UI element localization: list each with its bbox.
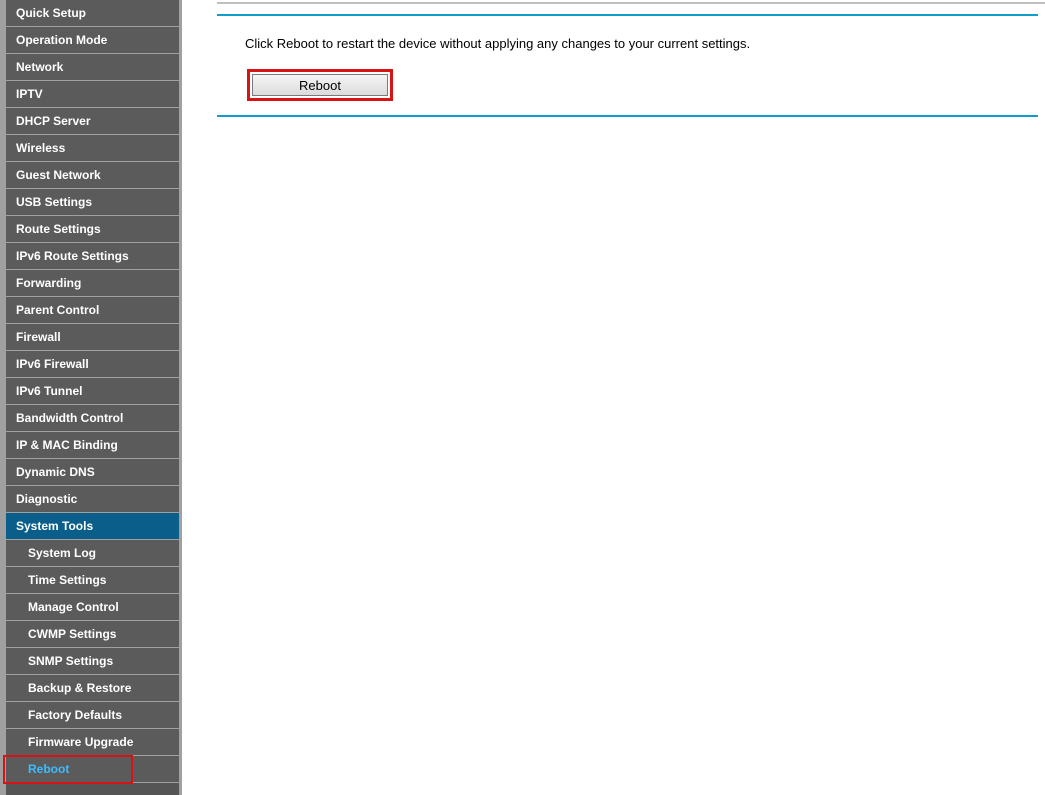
sidebar-subitem-cwmp-settings[interactable]: CWMP Settings	[6, 621, 179, 648]
sidebar-subitem-firmware-upgrade[interactable]: Firmware Upgrade	[6, 729, 179, 756]
sidebar-subitem-reboot[interactable]: Reboot	[6, 756, 179, 783]
sidebar-item-network[interactable]: Network	[6, 54, 179, 81]
sidebar-item-ipv6-route-settings[interactable]: IPv6 Route Settings	[6, 243, 179, 270]
divider-line	[217, 115, 1038, 117]
sidebar-item-wireless[interactable]: Wireless	[6, 135, 179, 162]
sidebar-subitem-factory-defaults[interactable]: Factory Defaults	[6, 702, 179, 729]
sidebar-subitem-time-settings[interactable]: Time Settings	[6, 567, 179, 594]
content-area: Click Reboot to restart the device witho…	[182, 0, 1045, 795]
reboot-button[interactable]: Reboot	[252, 74, 388, 96]
sidebar-item-ipv6-firewall[interactable]: IPv6 Firewall	[6, 351, 179, 378]
sidebar-item-route-settings[interactable]: Route Settings	[6, 216, 179, 243]
sidebar-subitem-manage-control[interactable]: Manage Control	[6, 594, 179, 621]
sidebar-item-guest-network[interactable]: Guest Network	[6, 162, 179, 189]
reboot-highlight-frame: Reboot	[247, 69, 393, 101]
sidebar-item-usb-settings[interactable]: USB Settings	[6, 189, 179, 216]
sidebar-item-ip-mac-binding[interactable]: IP & MAC Binding	[6, 432, 179, 459]
sidebar-item-quick-setup[interactable]: Quick Setup	[6, 0, 179, 27]
instruction-text: Click Reboot to restart the device witho…	[245, 36, 1045, 51]
sidebar-subitem-system-log[interactable]: System Log	[6, 540, 179, 567]
sidebar: Quick Setup Operation Mode Network IPTV …	[0, 0, 182, 795]
sidebar-item-firewall[interactable]: Firewall	[6, 324, 179, 351]
divider-line	[217, 14, 1038, 16]
sidebar-item-iptv[interactable]: IPTV	[6, 81, 179, 108]
sidebar-item-parent-control[interactable]: Parent Control	[6, 297, 179, 324]
top-divider	[217, 2, 1045, 4]
sidebar-item-diagnostic[interactable]: Diagnostic	[6, 486, 179, 513]
sidebar-item-forwarding[interactable]: Forwarding	[6, 270, 179, 297]
sidebar-item-dhcp-server[interactable]: DHCP Server	[6, 108, 179, 135]
sidebar-subitem-snmp-settings[interactable]: SNMP Settings	[6, 648, 179, 675]
sidebar-item-ipv6-tunnel[interactable]: IPv6 Tunnel	[6, 378, 179, 405]
sidebar-subitem-backup-restore[interactable]: Backup & Restore	[6, 675, 179, 702]
sidebar-item-system-tools[interactable]: System Tools	[6, 513, 179, 540]
sidebar-item-operation-mode[interactable]: Operation Mode	[6, 27, 179, 54]
sidebar-item-dynamic-dns[interactable]: Dynamic DNS	[6, 459, 179, 486]
sidebar-item-bandwidth-control[interactable]: Bandwidth Control	[6, 405, 179, 432]
